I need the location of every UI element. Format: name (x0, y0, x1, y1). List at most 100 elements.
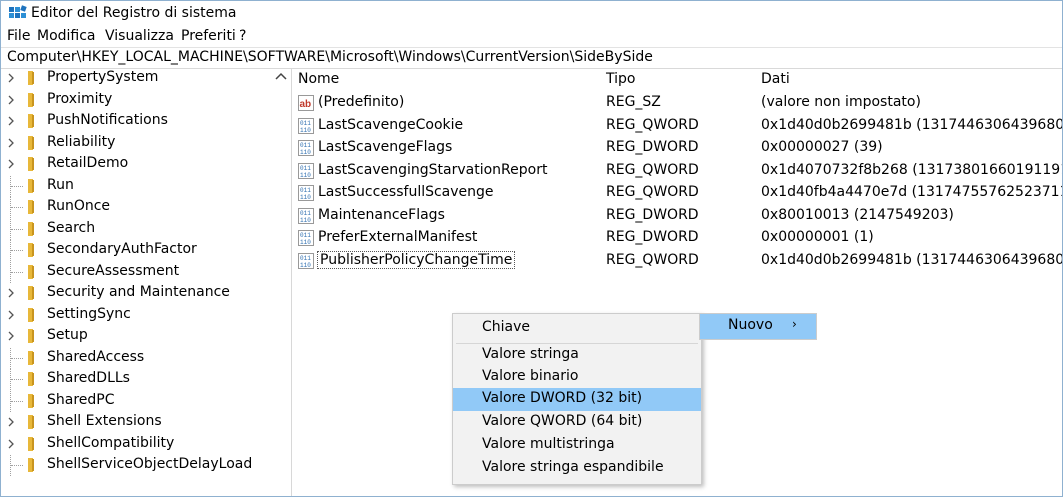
address-bar[interactable]: Computer\HKEY_LOCAL_MACHINE\SOFTWARE\Mic… (1, 47, 1062, 69)
context-menu-item[interactable]: Chiave (453, 317, 701, 340)
folder-icon (27, 200, 41, 214)
tree-item[interactable]: SecureAssessment (1, 261, 271, 283)
address-path[interactable]: Computer\HKEY_LOCAL_MACHINE\SOFTWARE\Mic… (7, 49, 653, 65)
tree-item-label: PushNotifications (47, 112, 168, 128)
context-menu-item[interactable]: Valore stringa (453, 344, 701, 367)
tree-item-label: SettingSync (47, 305, 131, 322)
context-menu-item[interactable]: Valore multistringa (453, 434, 701, 457)
expand-arrow-icon[interactable] (6, 439, 16, 449)
tree-item[interactable]: Run (1, 175, 271, 197)
tree-item[interactable]: Proximity (1, 90, 271, 111)
tree-connector-tick (11, 357, 23, 359)
value-name: LastScavengeFlags (318, 139, 453, 155)
expand-arrow-icon[interactable] (6, 331, 16, 341)
value-row[interactable]: 011 110 PreferExternalManifest REG_DWORD 0x0… (292, 227, 1062, 249)
folder-icon (27, 92, 41, 107)
value-row[interactable]: 011 110 LastScavengeFlags REG_DWORD 0x000000… (292, 137, 1062, 159)
column-header-name[interactable]: Nome (298, 71, 339, 87)
tree-item-label: Proximity (47, 90, 113, 107)
tree-item[interactable]: PushNotifications (1, 111, 271, 132)
column-header-type[interactable]: Tipo (606, 71, 635, 87)
expand-arrow-icon[interactable] (6, 138, 16, 148)
tree-item-label: Search (47, 219, 96, 236)
tree-item[interactable]: RetailDemo (1, 154, 271, 175)
tree-item[interactable]: Security and Maintenance (1, 283, 271, 304)
value-row[interactable]: 011 110 LastScavengeCookie REG_QWORD 0x1d40d… (292, 115, 1062, 137)
string-value-icon: ab (298, 95, 314, 111)
key-tree-pane[interactable]: PropertySystem Proximity PushNotifications… (1, 68, 292, 496)
context-menu-item[interactable]: Valore stringa espandibile (453, 457, 701, 480)
binary-value-icon: 011 110 (298, 162, 314, 179)
svg-text:011: 011 (300, 210, 311, 217)
tree-item[interactable]: SharedDLLs (1, 369, 271, 390)
tree-item-label: SharedAccess (47, 348, 145, 365)
value-name: (Predefinito) (318, 94, 405, 110)
value-data: (valore non impostato) (761, 94, 921, 110)
tree-item[interactable]: Shell Extensions (1, 412, 271, 433)
tree-item-label: RunOnce (47, 198, 111, 214)
tree-item[interactable]: Setup (1, 326, 271, 347)
menu-visualizza[interactable]: Visualizza (105, 28, 174, 44)
folder-icon (27, 178, 41, 193)
context-menu-item-label: Valore binario (482, 368, 579, 384)
folder-icon (27, 221, 41, 236)
tree-item[interactable]: Search (1, 218, 271, 240)
context-menu-item[interactable]: Valore binario (453, 366, 701, 389)
menu-modifica[interactable]: Modifica (37, 28, 96, 44)
svg-text:011: 011 (300, 232, 311, 239)
value-row[interactable]: 011 110 PublisherPolicyChangeTime REG_QWORD… (292, 250, 1062, 272)
value-row[interactable]: ab (Predefinito) REG_SZ (valore non imposta… (292, 92, 1062, 114)
tree-connector-tick (11, 271, 23, 273)
expand-arrow-icon[interactable] (6, 73, 16, 83)
value-name: PublisherPolicyChangeTime (316, 250, 516, 269)
tree-item[interactable]: SharedPC (1, 390, 271, 412)
tree-item[interactable]: ShellServiceObjectDelayLoad (1, 455, 271, 476)
tree-item[interactable]: SettingSync (1, 305, 271, 326)
tree-item[interactable]: PropertySystem (1, 68, 271, 89)
svg-text:110: 110 (300, 194, 311, 201)
context-menu-item-label: Valore DWORD (32 bit) (482, 390, 643, 406)
submenu-nuovo[interactable]: Nuovo › (699, 313, 817, 340)
folder-icon (27, 264, 41, 279)
value-data: 0x1d40d0b2699481b (131744630643968027) (761, 251, 1063, 268)
expand-arrow-icon[interactable] (6, 310, 16, 320)
folder-icon (27, 458, 41, 472)
tree-item[interactable]: Reliability (1, 133, 271, 154)
menu-help[interactable]: ? (239, 28, 246, 44)
tree-item[interactable]: RunOnce (1, 197, 271, 218)
value-name: LastSuccessfullScavenge (318, 184, 494, 200)
value-name: MaintenanceFlags (318, 206, 445, 223)
tree-connector-tick (11, 465, 23, 466)
value-type: REG_QWORD (606, 116, 699, 133)
value-row[interactable]: 011 110 MaintenanceFlags REG_DWORD 0x8001001… (292, 205, 1062, 227)
column-header-data[interactable]: Dati (761, 71, 790, 87)
tree-connector-tick (11, 207, 23, 208)
expand-arrow-icon[interactable] (6, 116, 16, 126)
context-menu-item-label: Chiave (482, 319, 531, 335)
context-menu-item-label: Valore QWORD (64 bit) (482, 413, 643, 429)
expand-arrow-icon[interactable] (6, 288, 16, 298)
expand-arrow-icon[interactable] (6, 95, 16, 105)
expand-arrow-icon[interactable] (6, 417, 16, 427)
value-row[interactable]: 011 110 LastScavengingStarvationReport REG_… (292, 160, 1062, 182)
folder-icon (27, 286, 41, 300)
tree-item-label: PropertySystem (47, 69, 159, 85)
binary-value-icon: 011 110 (298, 230, 314, 246)
value-row[interactable]: 011 110 LastSuccessfullScavenge REG_QWORD 0x… (292, 182, 1062, 204)
expand-arrow-icon[interactable] (6, 159, 16, 169)
tree-item[interactable]: ShellCompatibility (1, 434, 271, 455)
value-name: LastScavengingStarvationReport (318, 161, 548, 178)
tree-item[interactable]: SecondaryAuthFactor (1, 240, 271, 261)
tree-item[interactable]: SharedAccess (1, 347, 271, 369)
title-bar: Editor del Registro di sistema (1, 1, 1062, 27)
folder-icon (27, 307, 41, 322)
menu-preferiti[interactable]: Preferiti (181, 28, 236, 44)
context-menu-item[interactable]: Valore QWORD (64 bit) (453, 411, 701, 434)
tree-item-label: SecondaryAuthFactor (47, 241, 197, 257)
folder-icon (27, 243, 41, 257)
scroll-up-arrow-icon[interactable] (271, 68, 291, 86)
context-menu: Chiave Valore stringa Valore binario Valore… (452, 313, 702, 485)
menu-file[interactable]: File (7, 28, 30, 44)
folder-icon (27, 329, 41, 343)
context-menu-item[interactable]: Valore DWORD (32 bit) (453, 388, 701, 411)
